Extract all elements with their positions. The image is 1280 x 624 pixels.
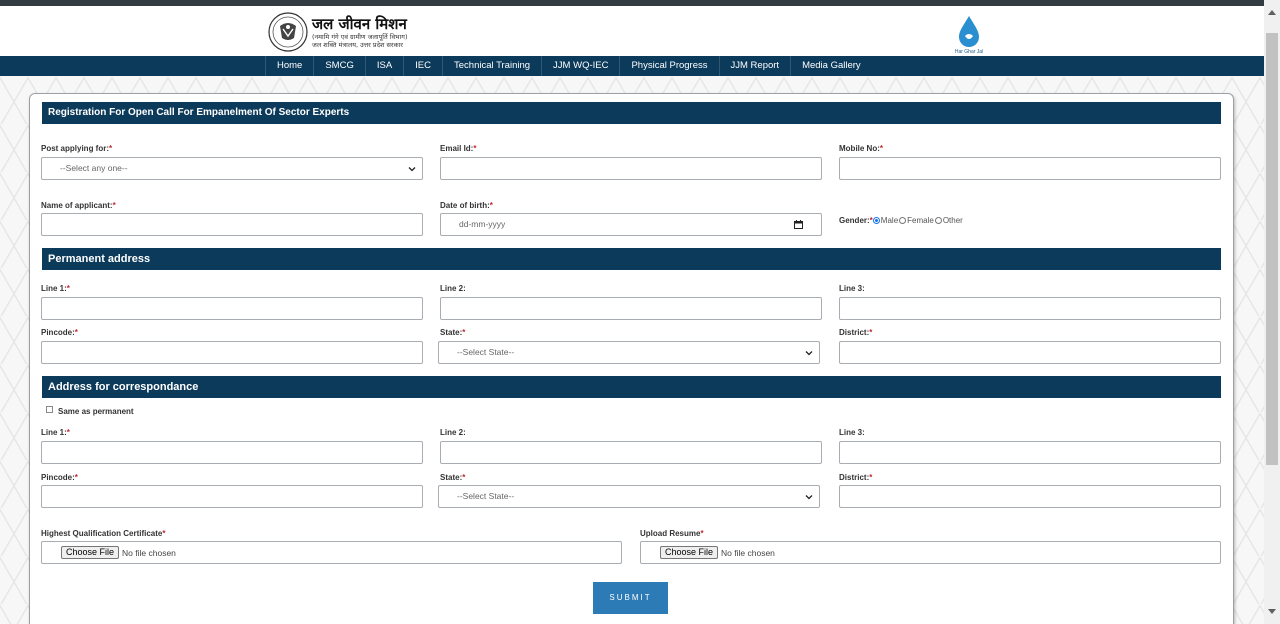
corr-line2-field[interactable] (440, 441, 822, 464)
perm-district-field[interactable] (839, 341, 1221, 364)
perm-line1-field[interactable] (41, 297, 423, 320)
logo-subtitle-2: जल शक्ति मंत्रालय, उत्तर प्रदेश सरकार (312, 40, 403, 49)
qualification-file-status: No file chosen (122, 547, 176, 558)
gender-radio-male[interactable] (872, 217, 880, 224)
permanent-address-title: Permanent address (42, 248, 1221, 270)
corr-district-label: District:* (839, 473, 873, 482)
resume-file-status: No file chosen (721, 547, 775, 558)
nav-item-physical-progress[interactable]: Physical Progress (619, 56, 718, 76)
gender-option-other: Other (942, 216, 963, 225)
corr-state-value: --Select State-- (457, 491, 515, 501)
perm-state-label: State:* (440, 328, 466, 337)
corr-state-label: State:* (440, 473, 466, 482)
scroll-up-icon[interactable] (1268, 10, 1276, 15)
chevron-down-icon (408, 167, 416, 172)
perm-line3-label: Line 3: (839, 284, 865, 293)
resume-file-input[interactable]: Choose File No file chosen (640, 541, 1221, 564)
corr-line2-label: Line 2: (440, 428, 466, 437)
nav-item-media-gallery[interactable]: Media Gallery (790, 56, 872, 76)
perm-line2-label: Line 2: (440, 284, 466, 293)
calendar-icon[interactable] (794, 220, 803, 229)
chevron-down-icon (805, 351, 813, 356)
gender-label: Gender:* (839, 216, 873, 225)
mobile-label: Mobile No:* (839, 144, 884, 153)
perm-pincode-label: Pincode:* (41, 328, 78, 337)
applicant-name-label: Name of applicant:* (41, 201, 116, 210)
corr-line3-field[interactable] (839, 441, 1221, 464)
qualification-file-input[interactable]: Choose File No file chosen (41, 541, 622, 564)
chevron-down-icon (805, 495, 813, 500)
dob-field[interactable]: dd-mm-yyyy (440, 213, 822, 236)
email-label: Email Id:* (440, 144, 477, 153)
site-header: जल जीवन मिशन (नमामि गंगे एवं ग्रामीण जला… (0, 6, 1264, 56)
hgj-text: Har Ghar Jal (955, 49, 983, 55)
nav-item-smcg[interactable]: SMCG (313, 56, 365, 76)
corr-line1-field[interactable] (41, 441, 423, 464)
post-select-value: --Select any one-- (60, 163, 128, 173)
dob-placeholder: dd-mm-yyyy (459, 219, 506, 229)
gender-option-female: Female (907, 216, 934, 225)
registration-form-card: Registration For Open Call For Empanelme… (29, 93, 1234, 624)
same-as-permanent-checkbox[interactable] (46, 406, 53, 413)
nav-item-jjm-wq-iec[interactable]: JJM WQ-IEC (541, 56, 619, 76)
perm-line2-field[interactable] (440, 297, 822, 320)
nav-item-isa[interactable]: ISA (364, 56, 403, 76)
corr-line1-label: Line 1:* (41, 428, 70, 437)
correspondence-address-title: Address for correspondance (42, 376, 1221, 398)
perm-state-value: --Select State-- (457, 347, 515, 357)
corr-district-field[interactable] (839, 485, 1221, 508)
qualification-label: Highest Qualification Certificate* (41, 529, 166, 538)
page-scrollbar[interactable] (1264, 0, 1280, 624)
email-field[interactable] (440, 157, 822, 180)
scroll-down-icon[interactable] (1268, 609, 1276, 614)
applicant-name-field[interactable] (41, 213, 423, 236)
logo-title: जल जीवन मिशन (312, 14, 407, 33)
submit-button[interactable]: SUBMIT (593, 582, 668, 614)
up-emblem-icon (268, 12, 308, 52)
perm-pincode-field[interactable] (41, 341, 423, 364)
perm-state-select[interactable]: --Select State-- (438, 341, 820, 364)
resume-choose-file-button[interactable]: Choose File (660, 546, 719, 559)
dob-label: Date of birth:* (440, 201, 493, 210)
mobile-field[interactable] (839, 157, 1221, 180)
perm-line1-label: Line 1:* (41, 284, 70, 293)
same-as-permanent-label: Same as permanent (58, 407, 134, 416)
resume-label: Upload Resume* (640, 529, 704, 538)
gender-group: Gender:* Male Female Other (839, 216, 964, 225)
corr-state-select[interactable]: --Select State-- (438, 485, 820, 508)
post-label: Post applying for:* (41, 144, 113, 153)
nav-item-jjm-report[interactable]: JJM Report (718, 56, 791, 76)
nav-item-iec[interactable]: IEC (403, 56, 442, 76)
gender-radio-female[interactable] (899, 217, 907, 224)
corr-pincode-label: Pincode:* (41, 473, 78, 482)
corr-line3-label: Line 3: (839, 428, 865, 437)
form-section-title: Registration For Open Call For Empanelme… (42, 102, 1221, 124)
gender-radio-other[interactable] (934, 217, 942, 224)
perm-line3-field[interactable] (839, 297, 1221, 320)
gender-option-male: Male (880, 216, 899, 225)
scrollbar-thumb[interactable] (1266, 33, 1278, 465)
har-ghar-jal-logo: Har Ghar Jal (955, 16, 983, 55)
qualification-choose-file-button[interactable]: Choose File (61, 546, 120, 559)
nav-item-home[interactable]: Home (265, 56, 313, 76)
jjm-logo[interactable]: जल जीवन मिशन (नमामि गंगे एवं ग्रामीण जला… (268, 12, 408, 52)
main-nav: Home SMCG ISA IEC Technical Training JJM WQ-I… (0, 56, 1264, 76)
perm-district-label: District:* (839, 328, 873, 337)
nav-item-technical-training[interactable]: Technical Training (442, 56, 541, 76)
post-select[interactable]: --Select any one-- (41, 157, 423, 180)
logo-subtitle-1: (नमामि गंगे एवं ग्रामीण जलापूर्ति विभाग) (312, 32, 408, 41)
corr-pincode-field[interactable] (41, 485, 423, 508)
